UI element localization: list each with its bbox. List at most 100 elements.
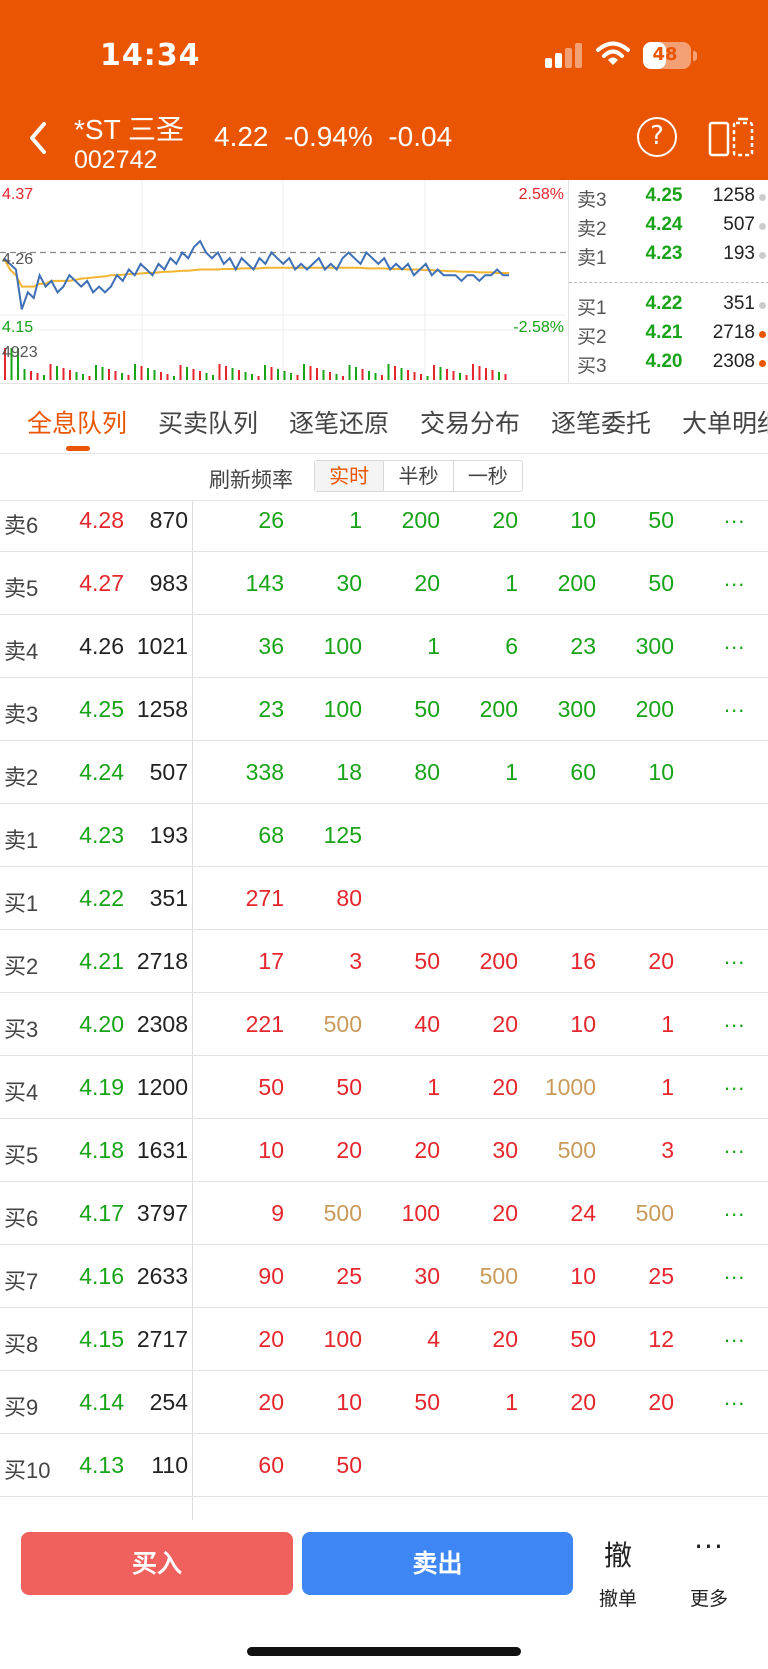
help-icon: ?	[650, 121, 664, 151]
volume-bar	[446, 369, 448, 380]
table-row[interactable]: 卖5 4.27 983 143 30 20 1 200 50...	[0, 552, 768, 615]
back-button[interactable]	[22, 118, 54, 158]
queue-level: 买2	[4, 954, 39, 979]
queue-price: 4.28	[79, 507, 124, 533]
queue-order: 100	[323, 633, 362, 659]
volume-bar	[355, 367, 357, 380]
table-row[interactable]: 买10 4.13 110 60 50	[0, 1434, 768, 1497]
queue-order: 300	[635, 633, 674, 659]
more-label[interactable]: 更多	[684, 1584, 734, 1611]
sell-button[interactable]: 卖出	[302, 1532, 573, 1595]
table-row[interactable]: 卖2 4.24 507 338 18 80 1 60 10	[0, 741, 768, 804]
table-row[interactable]: 买4 4.19 1200 50 50 1 20 1000 1...	[0, 1056, 768, 1119]
help-button[interactable]: ?	[637, 117, 677, 157]
queue-order: 200	[479, 948, 518, 974]
queue-more-button[interactable]: ...	[724, 1070, 745, 1096]
queue-more-button[interactable]: ...	[724, 692, 745, 718]
queue-more-button[interactable]: ...	[724, 1385, 745, 1411]
table-row[interactable]: 买3 4.20 2308 221 500 40 20 10 1...	[0, 993, 768, 1056]
more-icon[interactable]: ···	[691, 1530, 727, 1563]
queue-order: 9	[271, 1200, 284, 1226]
volume-bar	[56, 366, 58, 380]
queue-volume: 2633	[136, 1263, 188, 1289]
table-row[interactable]: 买2 4.21 2718 17 3 50 200 16 20...	[0, 930, 768, 993]
table-row[interactable]: 卖1 4.23 193 68 125	[0, 804, 768, 867]
queue-table[interactable]: 卖6 4.28 870 26 1 200 20 10 50... 卖5 4.27 983 143 30 20…	[0, 500, 768, 1520]
queue-more-button[interactable]: ...	[724, 1133, 745, 1159]
queue-more-button[interactable]: ...	[724, 944, 745, 970]
order-book-price: 4.23	[645, 243, 683, 264]
queue-more-button[interactable]: ...	[724, 1322, 745, 1348]
queue-order: 1	[661, 1011, 674, 1037]
order-book-level: 卖3	[577, 190, 607, 211]
tab-3[interactable]: 交易分布	[420, 404, 520, 440]
volume-bar	[49, 364, 52, 380]
order-book-price: 4.22	[645, 293, 683, 314]
queue-order: 20	[492, 507, 518, 533]
queue-order: 20	[258, 1326, 284, 1352]
table-row[interactable]: 买1 4.22 351 271 80	[0, 867, 768, 930]
queue-order: 143	[245, 570, 284, 596]
queue-order: 20	[648, 948, 674, 974]
volume-bar	[127, 375, 130, 380]
table-row[interactable]: 卖3 4.25 1258 23 100 50 200 300 200...	[0, 678, 768, 741]
table-row[interactable]: 买8 4.15 2717 20 100 4 20 50 12...	[0, 1308, 768, 1371]
volume-bar	[186, 367, 188, 380]
volume-bar	[329, 372, 331, 380]
order-book-row: 卖2 4.24 507	[569, 211, 768, 240]
queue-price: 4.22	[79, 885, 124, 911]
queue-volume: 870	[149, 507, 188, 533]
volume-bar	[426, 376, 429, 380]
refresh-option-2[interactable]: 一秒	[454, 461, 522, 491]
refresh-rate-bar: 刷新频率 实时 半秒 一秒	[0, 454, 768, 500]
queue-order: 20	[414, 570, 440, 596]
queue-level: 卖5	[4, 576, 39, 601]
table-row[interactable]: 买6 4.17 3797 9 500 100 20 24 500...	[0, 1182, 768, 1245]
queue-order: 36	[258, 633, 284, 659]
tab-2[interactable]: 逐笔还原	[289, 404, 389, 440]
queue-volume: 2308	[136, 1011, 188, 1037]
tab-4[interactable]: 逐笔委托	[551, 404, 651, 440]
queue-more-button[interactable]: ...	[724, 1259, 745, 1285]
queue-more-button[interactable]: ...	[724, 503, 745, 529]
queue-order: 221	[245, 1011, 284, 1037]
volume-bar	[192, 369, 195, 380]
battery-icon: 48	[643, 42, 697, 69]
queue-level: 买4	[4, 1080, 39, 1105]
queue-order: 500	[557, 1137, 596, 1163]
volume-bar	[342, 376, 344, 380]
queue-more-button[interactable]: ...	[724, 629, 745, 655]
switch-view-icon[interactable]	[708, 117, 754, 159]
table-row[interactable]: 买7 4.16 2633 90 25 30 500 10 25...	[0, 1245, 768, 1308]
order-book-price: 4.25	[645, 185, 683, 206]
refresh-option-0[interactable]: 实时	[315, 461, 385, 491]
volume-bar	[251, 374, 253, 380]
order-book-row: 买2 4.21 2718	[569, 319, 768, 348]
tab-0[interactable]: 全息队列	[27, 404, 127, 440]
table-row[interactable]: 买9 4.14 254 20 10 50 1 20 20...	[0, 1371, 768, 1434]
change-percent: -0.94%	[284, 121, 373, 152]
cancel-order-icon[interactable]: 撤	[598, 1534, 638, 1574]
queue-more-button[interactable]: ...	[724, 1007, 745, 1033]
queue-order: 25	[336, 1263, 362, 1289]
table-row[interactable]: 卖6 4.28 870 26 1 200 20 10 50...	[0, 501, 768, 552]
table-row[interactable]: 卖4 4.26 1021 36 100 1 6 23 300...	[0, 615, 768, 678]
tab-1[interactable]: 买卖队列	[158, 404, 258, 440]
tab-5[interactable]: 大单明细	[682, 404, 768, 440]
queue-order: 125	[323, 822, 362, 848]
chart-mid-label: 4.26	[2, 251, 33, 268]
tab-bar: 全息队列买卖队列逐笔还原交易分布逐笔委托大单明细	[0, 384, 768, 454]
volume-bar	[498, 372, 500, 380]
refresh-option-1[interactable]: 半秒	[384, 461, 454, 491]
queue-order: 1	[505, 759, 518, 785]
queue-level: 买1	[4, 891, 39, 916]
queue-volume: 1021	[136, 633, 188, 659]
cancel-order-label[interactable]: 撤单	[593, 1584, 643, 1611]
table-row[interactable]: 买5 4.18 1631 10 20 20 30 500 3...	[0, 1119, 768, 1182]
queue-more-button[interactable]: ...	[724, 566, 745, 592]
queue-more-button[interactable]: ...	[724, 1196, 745, 1222]
buy-button[interactable]: 买入	[21, 1532, 293, 1595]
intraday-chart[interactable]: 4.37 4.26 4.15 2.58% -2.58% 4923	[0, 180, 566, 384]
volume-bar	[394, 366, 396, 380]
price-line	[3, 239, 509, 310]
